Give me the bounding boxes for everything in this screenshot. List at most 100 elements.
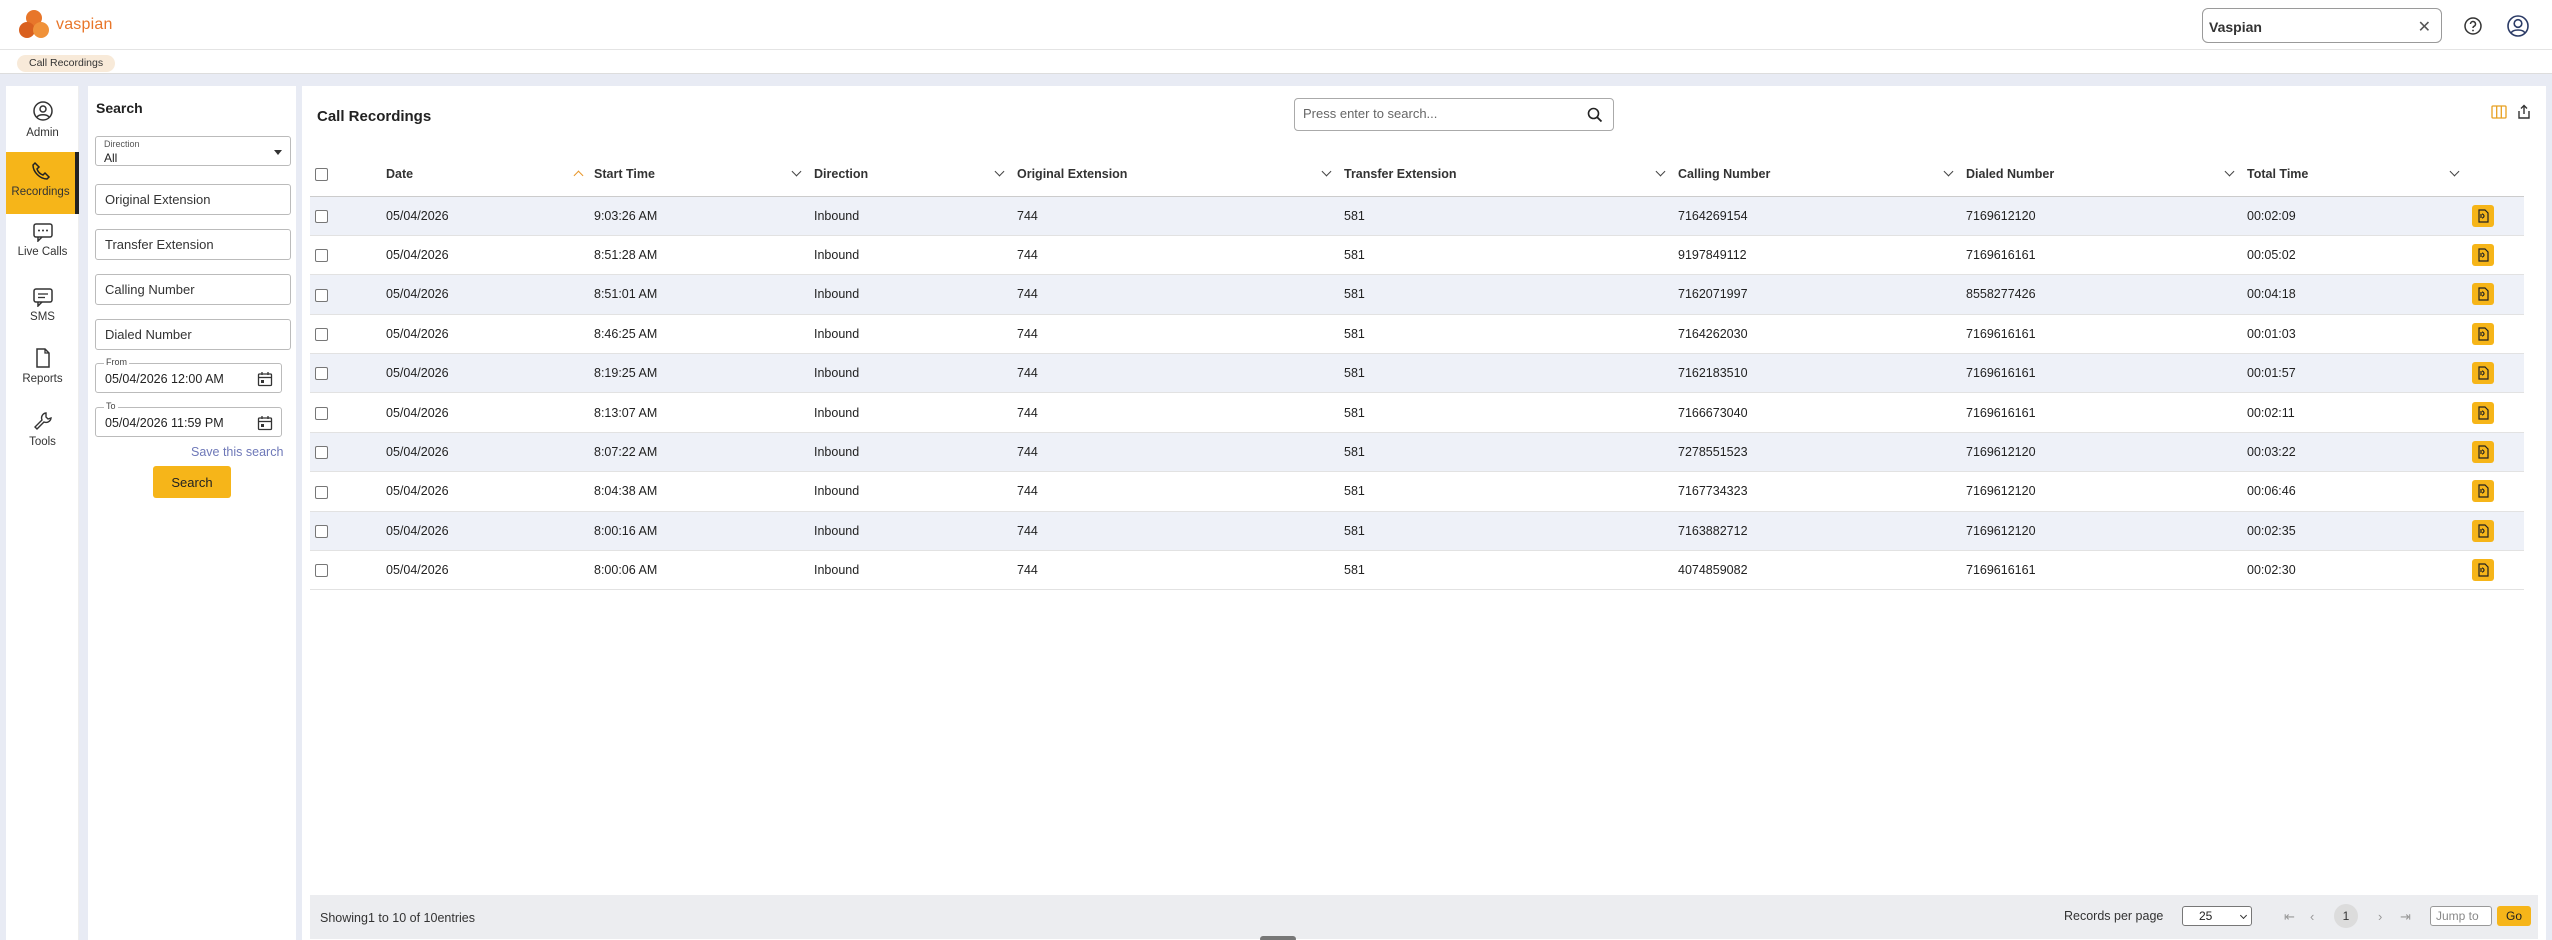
table-row[interactable]: 05/04/2026 8:00:06 AM Inbound 744 581 4074859… — [310, 550, 2524, 591]
table-row[interactable]: 05/04/2026 8:51:01 AM Inbound 744 581 7162071… — [310, 274, 2524, 315]
row-actions-cell — [2472, 314, 2524, 355]
vaspian-logo[interactable]: vaspian — [17, 8, 113, 42]
nav-item-admin[interactable]: Admin — [6, 93, 79, 155]
row-select-cell — [310, 274, 386, 315]
breadcrumb-call-recordings[interactable]: Call Recordings — [17, 55, 116, 72]
header-calling-number[interactable]: Calling Number — [1678, 152, 1966, 197]
chevron-down-icon[interactable] — [2224, 166, 2235, 177]
table-footer: Showing1 to 10 of 10entries Records per … — [310, 895, 2538, 939]
previous-page-icon[interactable]: ‹ — [2310, 909, 2314, 924]
row-checkbox[interactable] — [315, 485, 328, 499]
row-checkbox[interactable] — [315, 446, 328, 460]
download-recording-button[interactable] — [2472, 322, 2494, 345]
row-checkbox[interactable] — [315, 564, 328, 578]
nav-item-reports[interactable]: Reports — [6, 341, 79, 403]
nav-item-sms[interactable]: SMS — [6, 281, 79, 343]
org-selector[interactable]: Vaspian ✕ — [2202, 8, 2442, 43]
download-recording-button[interactable] — [2472, 204, 2494, 227]
cell-transfer-extension: 581 — [1344, 471, 1678, 512]
direction-select[interactable]: Direction All — [95, 136, 291, 166]
chevron-down-icon[interactable] — [994, 166, 1005, 177]
close-icon[interactable]: ✕ — [2418, 17, 2431, 37]
search-button[interactable]: Search — [153, 466, 231, 498]
header-direction[interactable]: Direction — [814, 152, 1017, 197]
dialed-number-input[interactable] — [95, 319, 291, 350]
table-row[interactable]: 05/04/2026 8:04:38 AM Inbound 744 581 7167734… — [310, 471, 2524, 512]
calendar-icon[interactable] — [257, 371, 273, 387]
cell-transfer-extension: 581 — [1344, 432, 1678, 473]
calling-number-input[interactable] — [95, 274, 291, 305]
nav-item-live-calls[interactable]: Live Calls — [6, 216, 79, 278]
header-total-time[interactable]: Total Time — [2247, 152, 2472, 197]
nav-item-tools[interactable]: Tools — [6, 404, 79, 466]
table-row[interactable]: 05/04/2026 8:13:07 AM Inbound 744 581 7166673… — [310, 392, 2524, 433]
select-all-checkbox[interactable] — [315, 167, 328, 181]
download-recording-button[interactable] — [2472, 283, 2494, 306]
chevron-down-icon — [2239, 911, 2248, 920]
nav-item-recordings[interactable]: Recordings — [6, 152, 79, 214]
chevron-down-icon[interactable] — [1321, 166, 1332, 177]
cell-total-time: 00:05:02 — [2247, 235, 2472, 276]
help-icon[interactable] — [2460, 13, 2486, 39]
chevron-down-icon[interactable] — [2449, 166, 2460, 177]
jump-to-page-input[interactable] — [2430, 906, 2492, 926]
download-recording-button[interactable] — [2472, 362, 2494, 385]
download-recording-button[interactable] — [2472, 559, 2494, 582]
table-row[interactable]: 05/04/2026 8:51:28 AM Inbound 744 581 9197849… — [310, 235, 2524, 276]
cell-date: 05/04/2026 — [386, 432, 594, 473]
table-row[interactable]: 05/04/2026 8:00:16 AM Inbound 744 581 7163882… — [310, 511, 2524, 552]
header-transfer-extension[interactable]: Transfer Extension — [1344, 152, 1678, 197]
table-row[interactable]: 05/04/2026 8:46:25 AM Inbound 744 581 7164262… — [310, 314, 2524, 355]
save-search-link[interactable]: Save this search — [191, 445, 283, 459]
row-checkbox[interactable] — [315, 406, 328, 420]
download-icon — [2478, 524, 2489, 538]
cell-calling-number: 4074859082 — [1678, 550, 1966, 591]
header-dialed-number[interactable]: Dialed Number — [1966, 152, 2247, 197]
nav-label-live-calls: Live Calls — [17, 246, 68, 258]
first-page-icon[interactable]: ⇤ — [2284, 909, 2295, 925]
nav-label-recordings: Recordings — [11, 186, 70, 198]
table-search-input[interactable] — [1303, 106, 1573, 121]
header-start-time[interactable]: Start Time — [594, 152, 814, 197]
table-row[interactable]: 05/04/2026 8:07:22 AM Inbound 744 581 7278551… — [310, 432, 2524, 473]
current-page[interactable]: 1 — [2334, 904, 2358, 928]
download-recording-button[interactable] — [2472, 519, 2494, 542]
sort-ascending-icon[interactable] — [573, 170, 584, 181]
cell-start-time: 8:00:06 AM — [594, 550, 814, 591]
header-select-all — [310, 152, 386, 197]
export-icon[interactable] — [2516, 104, 2532, 120]
transfer-extension-input[interactable] — [95, 229, 291, 260]
row-checkbox[interactable] — [315, 209, 328, 223]
records-per-page-select[interactable]: 25 — [2182, 906, 2252, 926]
chevron-down-icon[interactable] — [791, 166, 802, 177]
search-icon[interactable] — [1587, 107, 1603, 123]
download-recording-button[interactable] — [2472, 244, 2494, 267]
row-checkbox[interactable] — [315, 249, 328, 263]
from-date-field[interactable]: From 05/04/2026 12:00 AM — [95, 357, 282, 393]
columns-icon[interactable] — [2491, 104, 2507, 120]
go-button[interactable]: Go — [2497, 906, 2531, 926]
row-checkbox[interactable] — [315, 367, 328, 381]
header-date[interactable]: Date — [386, 152, 594, 197]
row-checkbox[interactable] — [315, 288, 328, 302]
original-extension-input[interactable] — [95, 184, 291, 215]
next-page-icon[interactable]: › — [2378, 909, 2382, 924]
download-recording-button[interactable] — [2472, 401, 2494, 424]
nav-label-sms: SMS — [30, 311, 55, 323]
header-original-extension[interactable]: Original Extension — [1017, 152, 1344, 197]
row-checkbox[interactable] — [315, 524, 328, 538]
calendar-icon[interactable] — [257, 415, 273, 431]
nav-label-tools: Tools — [29, 436, 56, 448]
row-checkbox[interactable] — [315, 327, 328, 341]
download-recording-button[interactable] — [2472, 480, 2494, 503]
table-row[interactable]: 05/04/2026 8:19:25 AM Inbound 744 581 7162183… — [310, 353, 2524, 394]
download-recording-button[interactable] — [2472, 441, 2494, 464]
user-icon[interactable] — [2505, 13, 2531, 39]
chevron-down-icon[interactable] — [1943, 166, 1954, 177]
to-date-field[interactable]: To 05/04/2026 11:59 PM — [95, 401, 282, 437]
table-row[interactable]: 05/04/2026 9:03:26 AM Inbound 744 581 7164269… — [310, 196, 2524, 236]
resize-handle[interactable] — [1260, 936, 1296, 940]
last-page-icon[interactable]: ⇥ — [2400, 909, 2411, 925]
page-title: Call Recordings — [317, 108, 432, 125]
chevron-down-icon[interactable] — [1655, 166, 1666, 177]
